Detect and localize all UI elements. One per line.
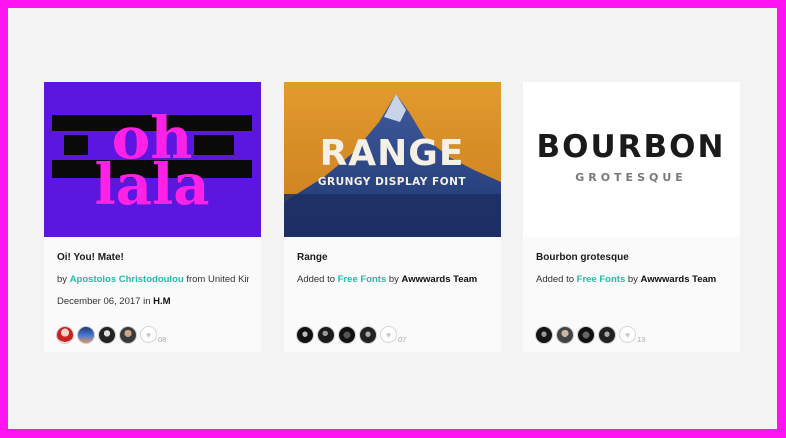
avatar[interactable] <box>598 325 616 344</box>
thumb-word-bourbon: BOURBON <box>537 129 726 165</box>
thumb-word-range: RANGE <box>320 133 465 174</box>
author-link[interactable]: Apostolos Christodoulou <box>70 274 184 285</box>
added-label: Added to <box>536 274 577 285</box>
date-text: December 06, 2017 <box>57 296 141 307</box>
thumb-subtitle: GROTESQUE <box>575 171 687 184</box>
by-label: by <box>57 274 70 285</box>
card-title[interactable]: Bourbon grotesque <box>536 251 728 265</box>
font-card-oi-you-mate[interactable]: oh lala Oi! You! Mate! by Apostolos Chri… <box>44 82 261 352</box>
voter-avatars: ♥ 08 <box>56 325 166 344</box>
avatar[interactable] <box>77 325 95 344</box>
card-thumbnail[interactable]: oh lala <box>44 82 261 237</box>
voter-avatars: ♥ 13 <box>535 325 645 344</box>
avatar[interactable] <box>359 325 377 344</box>
heart-icon[interactable]: ♥ <box>140 326 157 343</box>
avatar[interactable] <box>296 325 314 344</box>
card-collection-line: Added to Free Fonts by Awwwards Team <box>297 273 489 287</box>
heart-icon[interactable]: ♥ <box>619 326 636 343</box>
heart-icon[interactable]: ♥ <box>380 326 397 343</box>
font-card-bourbon[interactable]: BOURBON GROTESQUE Bourbon grotesque Adde… <box>523 82 740 352</box>
in-label: in <box>140 296 154 307</box>
by-label: by <box>386 274 402 285</box>
card-title[interactable]: Range <box>297 251 489 265</box>
location-text: from United King… <box>186 274 249 285</box>
like-count: 07 <box>398 335 407 344</box>
avatar[interactable] <box>56 325 74 344</box>
added-label: Added to <box>297 274 338 285</box>
avatar[interactable] <box>556 325 574 344</box>
card-title[interactable]: Oi! You! Mate! <box>57 251 249 265</box>
card-thumbnail[interactable]: BOURBON GROTESQUE <box>523 82 740 237</box>
thumb-word-lala: lala <box>94 152 209 218</box>
team-link[interactable]: Awwwards Team <box>641 274 717 285</box>
avatar[interactable] <box>535 325 553 344</box>
avatar[interactable] <box>338 325 356 344</box>
collection-link[interactable]: Free Fonts <box>577 274 626 285</box>
card-thumbnail[interactable]: RANGE GRUNGY DISPLAY FONT <box>284 82 501 237</box>
avatar[interactable] <box>119 325 137 344</box>
thumb-subtitle: GRUNGY DISPLAY FONT <box>318 176 467 188</box>
card-author-line: by Apostolos Christodoulou from United K… <box>57 273 249 287</box>
font-card-range[interactable]: RANGE GRUNGY DISPLAY FONT Range Added to… <box>284 82 501 352</box>
by-label: by <box>625 274 641 285</box>
site-link[interactable]: H.M <box>153 296 170 307</box>
page-canvas: oh lala Oi! You! Mate! by Apostolos Chri… <box>8 8 777 429</box>
voter-avatars: ♥ 07 <box>296 325 406 344</box>
avatar[interactable] <box>577 325 595 344</box>
like-count: 08 <box>158 335 167 344</box>
team-link[interactable]: Awwwards Team <box>402 274 478 285</box>
card-collection-line: Added to Free Fonts by Awwwards Team <box>536 273 728 287</box>
collection-link[interactable]: Free Fonts <box>338 274 387 285</box>
card-date-line: December 06, 2017 in H.M <box>57 295 249 309</box>
like-count: 13 <box>637 335 646 344</box>
avatar[interactable] <box>98 325 116 344</box>
avatar[interactable] <box>317 325 335 344</box>
